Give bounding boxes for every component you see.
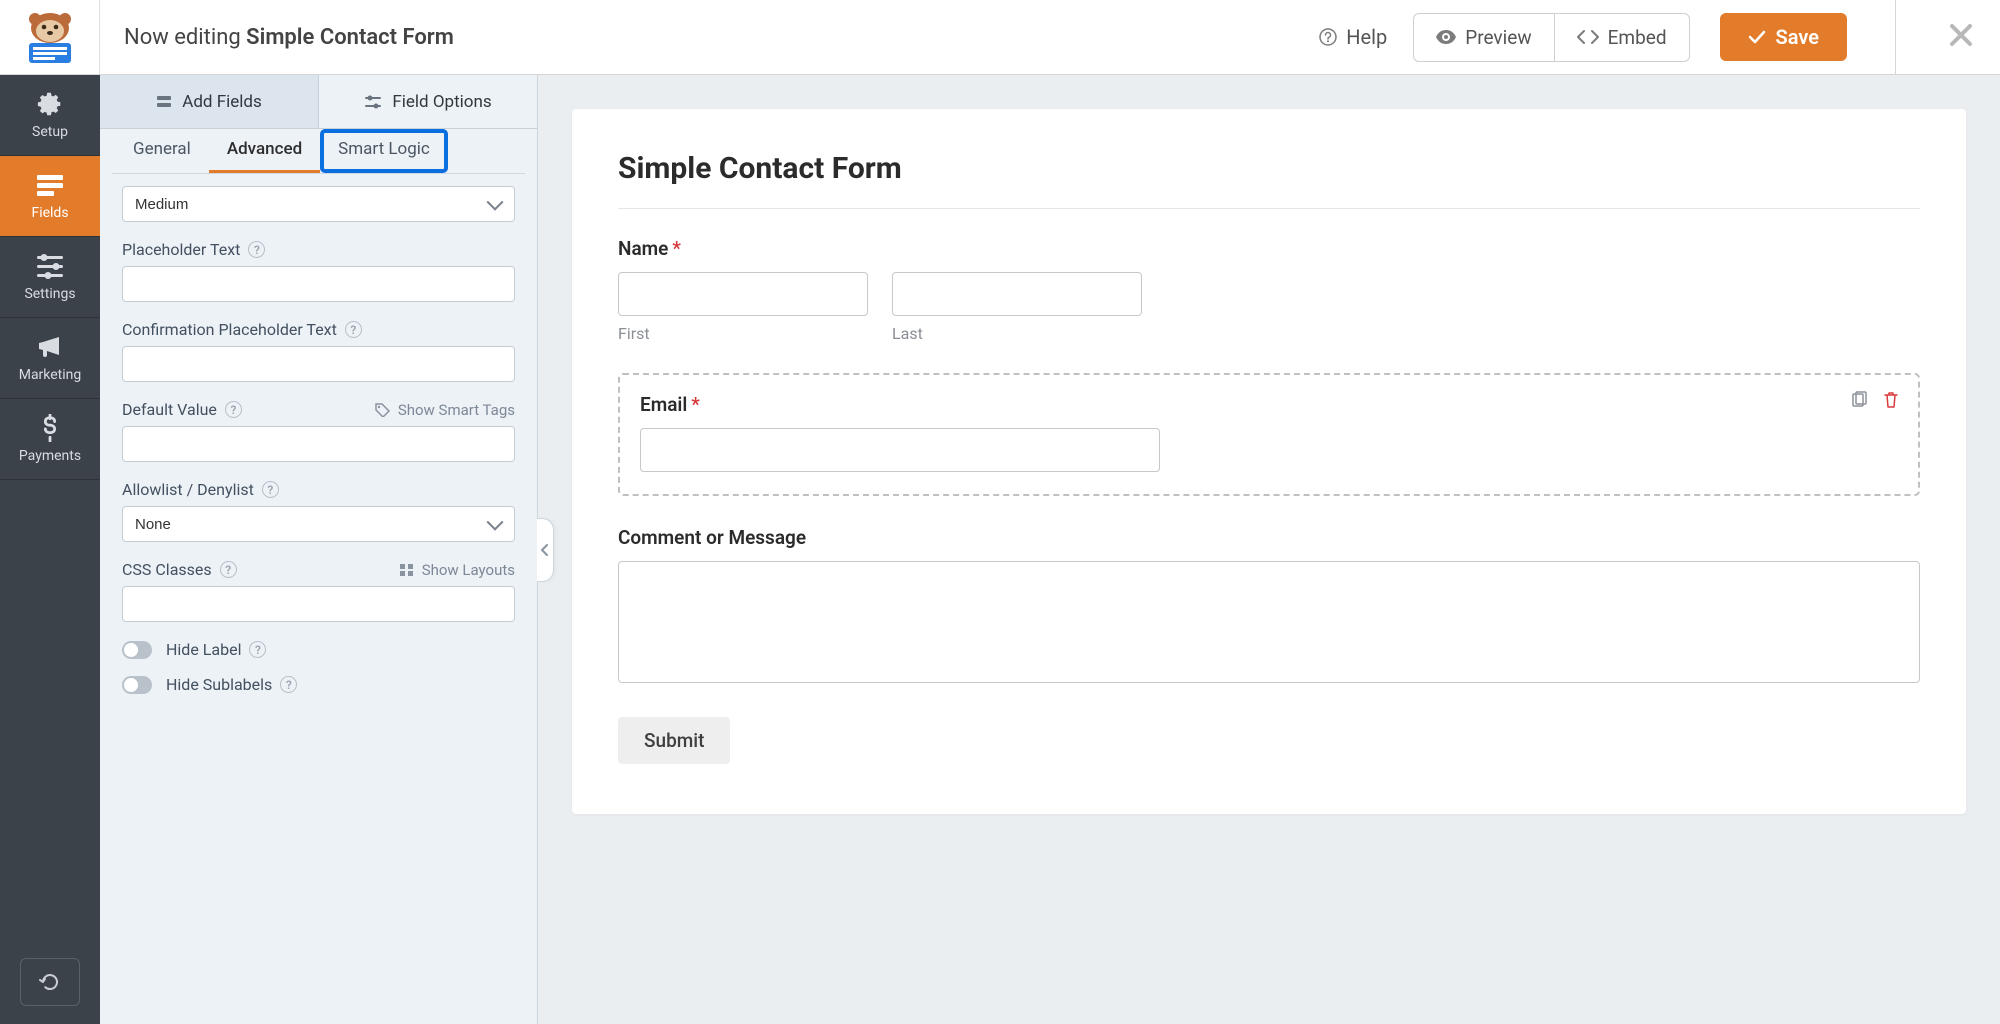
embed-button[interactable]: Embed: [1554, 14, 1689, 61]
field-comment[interactable]: Comment or Message: [618, 526, 1920, 687]
chevron-left-icon: [541, 544, 549, 556]
help-icon[interactable]: ?: [220, 561, 237, 578]
close-button[interactable]: [1922, 22, 2000, 52]
field-options-panel: Add Fields Field Options General Advance…: [100, 75, 538, 1024]
form-icon: [35, 171, 65, 199]
hide-sublabels-toggle[interactable]: [122, 676, 152, 694]
topbar: Now editing Simple Contact Form Help Pre…: [0, 0, 2000, 75]
submit-button[interactable]: Submit: [618, 717, 730, 764]
help-icon[interactable]: ?: [345, 321, 362, 338]
field-options-icon: [364, 95, 382, 109]
nav-payments[interactable]: Payments: [0, 399, 100, 480]
help-link[interactable]: Help: [1319, 25, 1387, 49]
nav-setup[interactable]: Setup: [0, 75, 100, 156]
undo-icon: [39, 971, 61, 993]
help-icon: [1319, 28, 1337, 46]
last-name-input[interactable]: [892, 272, 1142, 316]
help-icon[interactable]: ?: [262, 481, 279, 498]
code-icon: [1577, 29, 1599, 45]
app-logo[interactable]: [0, 0, 100, 74]
field-size-select[interactable]: Medium: [122, 186, 515, 222]
dollar-icon: [35, 414, 65, 442]
revisions-button[interactable]: [20, 958, 80, 1006]
confirmation-placeholder-label: Confirmation Placeholder Text ?: [122, 320, 362, 339]
hide-label-toggle[interactable]: [122, 641, 152, 659]
help-icon[interactable]: ?: [280, 676, 297, 693]
last-sublabel: Last: [892, 324, 1142, 343]
show-smart-tags-link[interactable]: Show Smart Tags: [375, 401, 515, 419]
form-title: Simple Contact Form: [618, 151, 1920, 186]
bullhorn-icon: [35, 333, 65, 361]
preview-embed-group: Preview Embed: [1413, 13, 1689, 62]
nav-fields[interactable]: Fields: [0, 156, 100, 237]
subtab-general[interactable]: General: [115, 129, 209, 173]
subtab-advanced[interactable]: Advanced: [209, 129, 320, 173]
form-preview: Simple Contact Form Name* First Last: [572, 109, 1966, 814]
placeholder-label: Placeholder Text ?: [122, 240, 265, 259]
help-icon[interactable]: ?: [225, 401, 242, 418]
topbar-divider: [1895, 0, 1896, 75]
panel-collapse-handle[interactable]: [537, 518, 554, 582]
first-name-input[interactable]: [618, 272, 868, 316]
allowlist-label: Allowlist / Denylist ?: [122, 480, 279, 499]
save-button[interactable]: Save: [1720, 13, 1847, 61]
field-name[interactable]: Name* First Last: [618, 237, 1920, 343]
confirmation-placeholder-input[interactable]: [122, 346, 515, 382]
preview-button[interactable]: Preview: [1414, 14, 1553, 61]
grid-icon: [399, 563, 415, 577]
default-value-label: Default Value ?: [122, 400, 242, 419]
help-icon[interactable]: ?: [248, 241, 265, 258]
check-icon: [1748, 30, 1766, 44]
tab-add-fields[interactable]: Add Fields: [100, 75, 318, 128]
css-classes-input[interactable]: [122, 586, 515, 622]
add-fields-icon: [156, 94, 172, 110]
nav-marketing[interactable]: Marketing: [0, 318, 100, 399]
show-layouts-link[interactable]: Show Layouts: [399, 561, 515, 579]
nav-settings[interactable]: Settings: [0, 237, 100, 318]
eye-icon: [1436, 30, 1456, 44]
hide-label-label: Hide Label ?: [166, 640, 266, 659]
hide-sublabels-label: Hide Sublabels ?: [166, 675, 297, 694]
css-classes-label: CSS Classes ?: [122, 560, 237, 579]
comment-textarea[interactable]: [618, 561, 1920, 683]
sliders-icon: [35, 252, 65, 280]
duplicate-icon[interactable]: [1850, 391, 1868, 409]
close-icon: [1948, 22, 1974, 48]
allowlist-select[interactable]: None: [122, 506, 515, 542]
email-input[interactable]: [640, 428, 1160, 472]
placeholder-input[interactable]: [122, 266, 515, 302]
form-canvas: Simple Contact Form Name* First Last: [538, 75, 2000, 1024]
help-icon[interactable]: ?: [249, 641, 266, 658]
default-value-input[interactable]: [122, 426, 515, 462]
field-email-selected[interactable]: Email*: [618, 373, 1920, 496]
left-nav: Setup Fields Settings Marketing Payments: [0, 75, 100, 1024]
trash-icon[interactable]: [1882, 391, 1900, 409]
editing-label: Now editing Simple Contact Form: [100, 25, 1319, 50]
first-sublabel: First: [618, 324, 868, 343]
tag-icon: [375, 403, 391, 417]
subtab-smart-logic[interactable]: Smart Logic: [320, 129, 448, 173]
tab-field-options[interactable]: Field Options: [318, 75, 537, 128]
gear-icon: [35, 90, 65, 118]
